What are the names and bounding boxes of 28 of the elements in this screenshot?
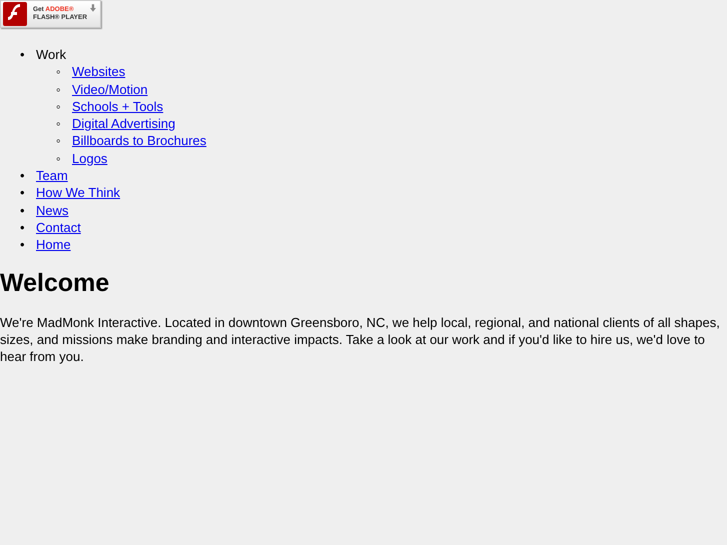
flash-logo-icon bbox=[3, 2, 27, 26]
list-bullet: • bbox=[20, 46, 26, 64]
list-bullet: • bbox=[20, 236, 26, 254]
nav-link[interactable]: Contact bbox=[36, 218, 81, 236]
nav-link[interactable]: News bbox=[36, 202, 69, 219]
list-bullet: ◦ bbox=[56, 115, 62, 132]
nav-link[interactable]: Digital Advertising bbox=[72, 115, 176, 132]
nav-link[interactable]: Team bbox=[36, 167, 68, 184]
nav-link[interactable]: Video/Motion bbox=[72, 80, 148, 98]
list-bullet: • bbox=[20, 202, 26, 219]
download-arrow-icon bbox=[90, 4, 96, 12]
list-bullet: ◦ bbox=[56, 150, 62, 168]
nav-link[interactable]: Billboards to Brochures bbox=[72, 132, 206, 150]
intro-paragraph: We're MadMonk Interactive. Located in downtown Greensboro, NC, we help local, regional, and national clients of all shapes, sizes, and missions make branding and interactive impacts. Take a look at our work and if you'd like to hire us, we'd love to hear from you. bbox=[0, 314, 721, 366]
list-bullet: • bbox=[20, 218, 26, 236]
list-bullet: ◦ bbox=[56, 98, 62, 116]
list-bullet: • bbox=[20, 167, 26, 184]
nav-label: Work bbox=[36, 46, 66, 64]
list-bullet: ◦ bbox=[56, 80, 62, 98]
nav-link[interactable]: Logos bbox=[72, 150, 108, 168]
page-heading: Welcome bbox=[0, 268, 110, 298]
nav-link[interactable]: How We Think bbox=[36, 184, 120, 202]
list-bullet: ◦ bbox=[56, 63, 62, 81]
nav-link[interactable]: Websites bbox=[72, 63, 126, 81]
nav-link[interactable]: Schools + Tools bbox=[72, 98, 164, 116]
list-bullet: • bbox=[20, 184, 26, 202]
nav-link[interactable]: Home bbox=[36, 236, 71, 254]
list-bullet: ◦ bbox=[56, 132, 62, 150]
